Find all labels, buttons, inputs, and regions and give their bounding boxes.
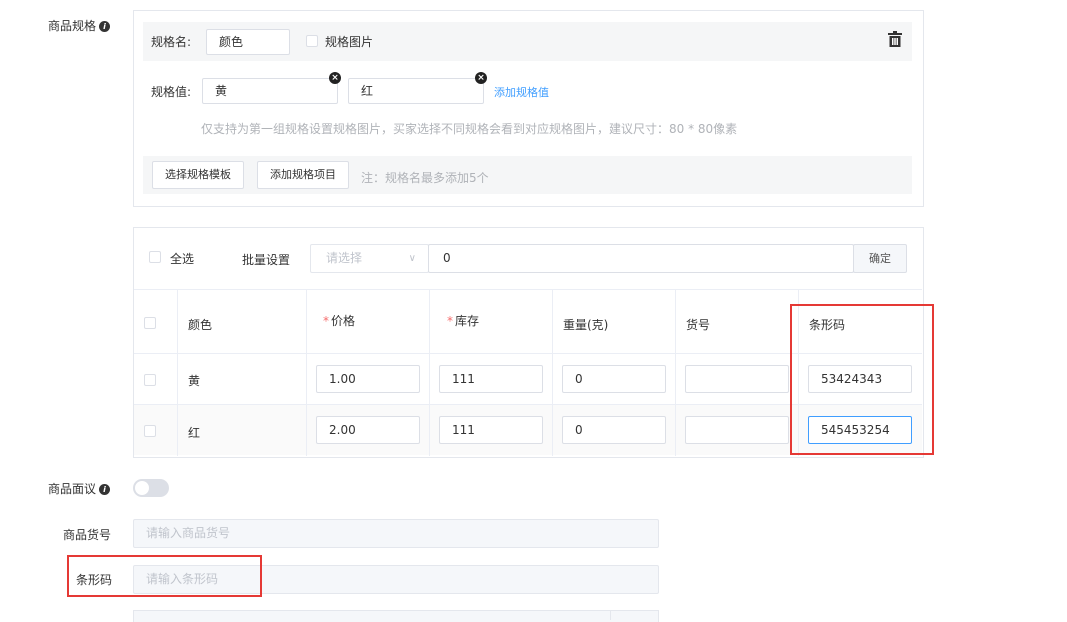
sku-input[interactable] xyxy=(685,416,789,444)
header-weight: 重量(克) xyxy=(563,318,609,332)
select-all-checkbox[interactable] xyxy=(149,251,161,263)
spec-image-label: 规格图片 xyxy=(325,35,374,49)
select-template-button[interactable]: 选择规格模板 xyxy=(152,161,244,189)
spec-limit-note: 注：规格名最多添加5个 xyxy=(361,171,489,185)
spec-name-input[interactable]: 颜色 xyxy=(206,29,290,55)
negotiable-switch[interactable] xyxy=(133,479,169,497)
spec-section-label-text: 商品规格 xyxy=(48,19,97,33)
switch-knob xyxy=(135,481,149,495)
info-icon: i xyxy=(99,21,111,32)
header-sku: 货号 xyxy=(686,318,711,332)
header-stock-text: 库存 xyxy=(455,314,480,328)
header-color: 颜色 xyxy=(188,318,213,332)
row-checkbox[interactable] xyxy=(144,425,156,437)
select-all-label: 全选 xyxy=(170,252,195,266)
info-icon: i xyxy=(99,484,111,495)
table-col-divider xyxy=(177,290,178,456)
product-sku-label: 商品货号 xyxy=(63,528,112,542)
stock-input[interactable]: 111 xyxy=(439,365,543,393)
trash-icon[interactable] xyxy=(888,31,902,47)
required-mark: * xyxy=(447,314,453,328)
row-checkbox[interactable] xyxy=(144,374,156,386)
chevron-down-icon: ∨ xyxy=(408,253,416,264)
table-col-divider xyxy=(675,290,676,456)
highlight-box xyxy=(67,555,262,597)
required-mark: * xyxy=(323,314,329,328)
batch-field-select[interactable]: 请选择 ∨ xyxy=(310,244,429,273)
spec-values-label: 规格值: xyxy=(151,85,192,99)
row-color: 黄 xyxy=(188,374,201,388)
spec-section-label: 商品规格 i xyxy=(48,17,111,34)
header-checkbox[interactable] xyxy=(144,317,156,329)
header-stock: * 库存 xyxy=(447,312,479,329)
negotiable-label-text: 商品面议 xyxy=(48,482,97,496)
weight-input[interactable]: 0 xyxy=(562,365,666,393)
batch-confirm-button[interactable]: 确定 xyxy=(853,244,907,273)
batch-select-placeholder: 请选择 xyxy=(326,251,363,265)
price-input[interactable]: 1.00 xyxy=(316,365,420,393)
sku-input[interactable] xyxy=(685,365,789,393)
spec-image-hint: 仅支持为第一组规格设置规格图片，买家选择不同规格会看到对应规格图片，建议尺寸：8… xyxy=(201,122,738,136)
price-input[interactable]: 2.00 xyxy=(316,416,420,444)
row-color: 红 xyxy=(188,426,201,440)
next-field-divider xyxy=(610,610,611,620)
header-price: * 价格 xyxy=(323,312,355,329)
highlight-box xyxy=(790,304,934,455)
product-sku-input[interactable]: 请输入商品货号 xyxy=(133,519,659,548)
batch-setting-label: 批量设置 xyxy=(242,253,291,267)
spec-name-label: 规格名: xyxy=(151,35,192,49)
spec-value-input[interactable]: 黄 xyxy=(202,78,338,104)
next-field-input[interactable] xyxy=(133,610,659,622)
table-divider xyxy=(134,289,922,290)
header-price-text: 价格 xyxy=(331,314,356,328)
add-spec-value-link[interactable]: 添加规格值 xyxy=(494,84,549,100)
weight-input[interactable]: 0 xyxy=(562,416,666,444)
remove-value-icon[interactable]: × xyxy=(475,72,487,84)
negotiable-label: 商品面议 i xyxy=(48,480,111,497)
table-col-divider xyxy=(429,290,430,456)
spec-image-checkbox[interactable] xyxy=(306,35,318,47)
spec-value-input[interactable]: 红 xyxy=(348,78,484,104)
remove-value-icon[interactable]: × xyxy=(329,72,341,84)
stock-input[interactable]: 111 xyxy=(439,416,543,444)
table-col-divider xyxy=(552,290,553,456)
batch-value-input[interactable]: 0 xyxy=(428,244,854,273)
table-col-divider xyxy=(306,290,307,456)
add-spec-item-button[interactable]: 添加规格项目 xyxy=(257,161,349,189)
